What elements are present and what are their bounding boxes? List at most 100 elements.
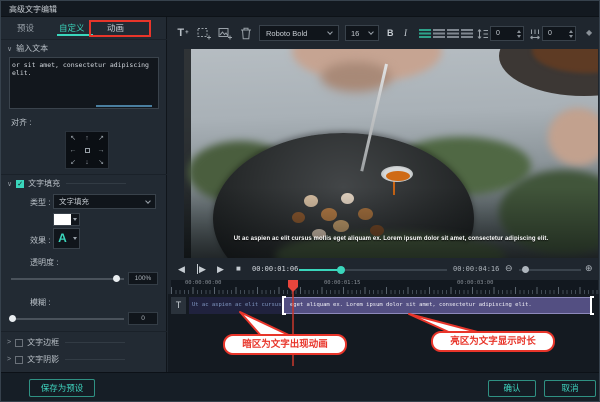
clip-intro-segment[interactable]: Ut ac aspien ac elit cursus molli (189, 297, 284, 314)
opacity-track[interactable] (11, 278, 124, 280)
sections-divider (1, 331, 167, 332)
delete-icon[interactable] (238, 25, 254, 41)
window-title: 高级文字编辑 (9, 4, 57, 15)
letter-spacing-icon (529, 27, 541, 39)
blur-value[interactable]: 0 (128, 312, 158, 325)
clip-handle-left[interactable] (282, 296, 286, 315)
clip-handle-right[interactable] (590, 296, 594, 315)
footer-bar: 保存为预设 确认 取消 (1, 372, 600, 402)
fill-color-swatch[interactable] (54, 214, 71, 225)
progress-track[interactable] (299, 269, 447, 271)
annotation-dark-zone: 暗区为文字出现动画 (223, 334, 347, 355)
input-section-header[interactable]: ∨ 输入文本 (7, 43, 48, 54)
fill-color-control[interactable] (53, 213, 80, 226)
align-grid: ↖ ↑ ↗ ← → ↙ ↓ ↘ (65, 131, 109, 169)
text-input[interactable]: or sit amet, consectetur adipiscing elit… (9, 57, 159, 109)
tab-custom-underline (57, 34, 93, 36)
opacity-value[interactable]: 100% (128, 272, 158, 285)
font-dropdown[interactable]: Roboto Bold (259, 25, 339, 41)
video-preview: Ut ac aspien ac elit cursus mollis eget … (184, 49, 598, 258)
align-right[interactable]: → (98, 147, 105, 154)
step-forward-button[interactable]: ▶ (197, 264, 206, 274)
align-bottom-right[interactable]: ↘ (98, 158, 104, 166)
border-checkbox[interactable] (15, 339, 23, 347)
shadow-section-header[interactable]: > 文字阴影 (7, 354, 125, 365)
opacity-label: 透明度 : (30, 257, 58, 268)
collapse-icon: > (7, 356, 11, 363)
cancel-button[interactable]: 取消 (544, 380, 596, 397)
fill-section-label: 文字填充 (28, 178, 60, 189)
annotation-bright-zone: 亮区为文字显示时长 (431, 331, 555, 352)
letter-spacing-spinner[interactable]: 0 (542, 26, 576, 41)
progress-fill (299, 269, 339, 271)
align-justify-button[interactable] (461, 29, 473, 38)
font-size-value: 16 (351, 29, 359, 38)
spinner-arrows-icon[interactable] (515, 30, 523, 38)
ruler-label-1: 00:00:01:15 (324, 280, 360, 286)
font-size-dropdown[interactable]: 16 (345, 25, 379, 41)
bold-button[interactable]: B (387, 28, 394, 38)
effect-letter: A (54, 229, 71, 248)
border-section-header[interactable]: > 文字边框 (7, 337, 125, 348)
shadow-section-label: 文字阴影 (27, 354, 59, 365)
border-section-label: 文字边框 (27, 337, 59, 348)
timeline-ruler[interactable]: 00:00:00:00 00:00:01:15 00:00:03:00 (171, 280, 598, 294)
advanced-text-editor-window: 高级文字编辑 预设 自定义 动画 ∨ 输入文本 or sit amet, con… (0, 0, 600, 402)
preview-caption[interactable]: Ut ac aspien ac elit cursus mollis eget … (192, 236, 589, 242)
align-top[interactable]: ↑ (85, 135, 89, 142)
fill-checkbox[interactable]: ✓ (16, 180, 24, 188)
fill-section-header[interactable]: ∨ ✓ 文字填充 (7, 178, 126, 189)
blur-dot[interactable] (9, 315, 16, 322)
save-preset-button[interactable]: 保存为预设 (29, 379, 95, 397)
align-center-cell[interactable] (85, 148, 90, 153)
scene-hand-far (548, 108, 598, 166)
effect-control[interactable]: A (53, 228, 80, 249)
current-time: 00:00:01:06 (252, 265, 298, 273)
keyframe-icon[interactable]: ◆ (586, 28, 592, 37)
add-text-icon[interactable]: T+ (175, 25, 191, 41)
spinner-arrows-icon[interactable] (567, 30, 575, 38)
tab-preset[interactable]: 预设 (17, 22, 34, 34)
align-center-button[interactable] (433, 29, 445, 38)
input-section-label: 输入文本 (16, 43, 48, 54)
blur-track[interactable] (11, 318, 124, 320)
line-spacing-spinner[interactable]: 0 (490, 26, 524, 41)
type-dropdown[interactable]: 文字填充 (53, 194, 156, 209)
timeline-zoom-dot[interactable] (522, 266, 529, 273)
align-left[interactable]: ← (70, 147, 77, 154)
confirm-button[interactable]: 确认 (488, 380, 536, 397)
timeline-zoom-out-icon[interactable]: ⊖ (505, 263, 513, 274)
step-back-button[interactable]: ◀ (178, 264, 185, 274)
collapse-icon: ∨ (7, 45, 12, 53)
align-bottom-left[interactable]: ↙ (70, 158, 76, 166)
tabs-divider (1, 39, 167, 40)
align-left-button[interactable] (419, 29, 431, 38)
effect-dropdown-arrow-icon[interactable] (71, 229, 79, 248)
align-right-button[interactable] (447, 29, 459, 38)
font-name: Roboto Bold (266, 29, 307, 38)
chevron-down-icon (368, 29, 374, 35)
ruler-label-0: 00:00:00:00 (185, 280, 221, 286)
timeline-zoom-in-icon[interactable]: ⊕ (585, 263, 593, 274)
opacity-dot[interactable] (113, 275, 120, 282)
italic-button[interactable]: I (404, 28, 407, 38)
progress-dot[interactable] (337, 266, 345, 274)
shadow-checkbox[interactable] (15, 356, 23, 364)
align-label: 对齐 : (11, 117, 31, 128)
align-bottom[interactable]: ↓ (85, 159, 89, 166)
play-button[interactable]: ▶ (217, 264, 224, 274)
clip-body-segment[interactable]: eget aliquam ex. Lorem ipsum dolor sit a… (284, 297, 592, 314)
color-dropdown-arrow-icon[interactable] (71, 214, 79, 225)
title-bar: 高级文字编辑 (1, 1, 600, 17)
chevron-down-icon (327, 29, 333, 35)
stop-button[interactable]: ■ (236, 264, 241, 274)
align-top-left[interactable]: ↖ (70, 134, 76, 142)
chevron-down-icon (145, 198, 151, 204)
letter-spacing-value: 0 (543, 30, 567, 37)
tab-custom[interactable]: 自定义 (59, 22, 85, 34)
type-dropdown-value: 文字填充 (59, 196, 89, 207)
add-image-icon[interactable] (217, 25, 233, 41)
add-textbox-icon[interactable] (196, 25, 212, 41)
align-top-right[interactable]: ↗ (98, 134, 104, 142)
text-input-scrollbar[interactable] (96, 105, 152, 107)
